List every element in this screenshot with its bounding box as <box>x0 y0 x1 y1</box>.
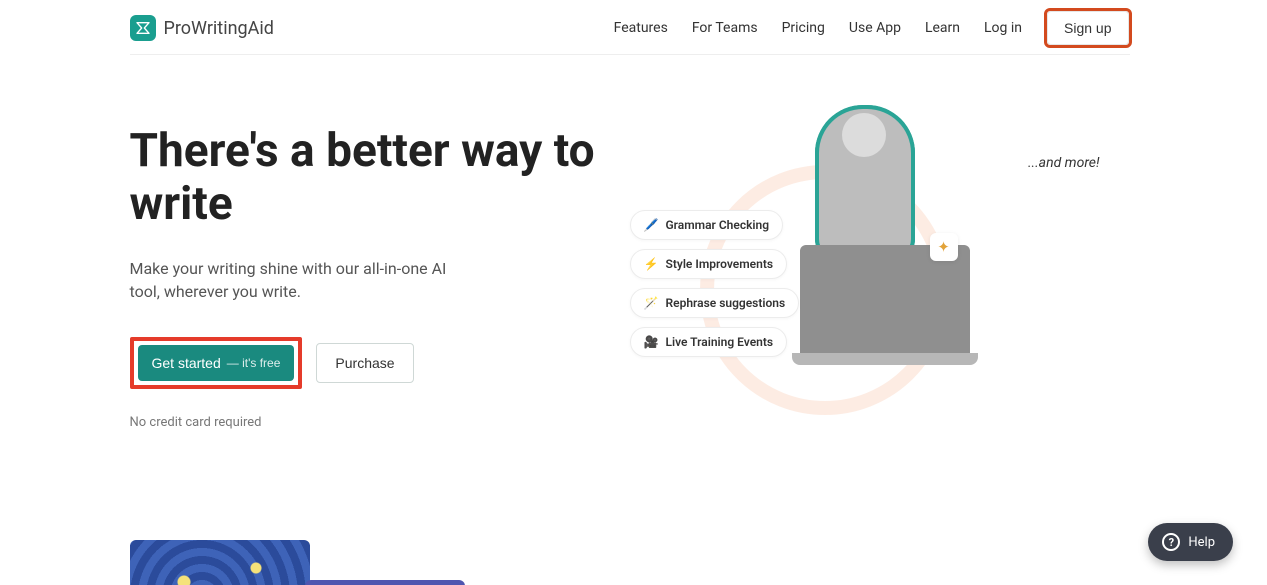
cta-row: Get started — it's free Purchase <box>130 337 610 389</box>
brand-name: ProWritingAid <box>164 18 274 39</box>
nav-login[interactable]: Log in <box>984 20 1022 36</box>
person-illustration-icon <box>815 105 915 265</box>
hero-left: There's a better way to write Make your … <box>130 125 630 430</box>
and-more-label: ...and more! <box>1028 155 1100 171</box>
hero-illustration: ...and more! ✦ 🖊️ Grammar Checking ⚡ Sty… <box>630 125 1130 425</box>
laptop-icon <box>800 245 970 355</box>
hero-section: There's a better way to write Make your … <box>130 55 1130 430</box>
pill-label: Grammar Checking <box>666 218 770 232</box>
pill-label: Live Training Events <box>666 335 774 349</box>
get-started-label: Get started <box>152 355 221 371</box>
nav-learn[interactable]: Learn <box>925 20 960 36</box>
pill-label: Style Improvements <box>666 257 774 271</box>
sparkle-icon: ✦ <box>930 233 958 261</box>
signup-highlight: Sign up <box>1046 10 1129 46</box>
get-started-note: — it's free <box>227 356 281 370</box>
site-header: ProWritingAid Features For Teams Pricing… <box>130 0 1130 55</box>
nav-for-teams[interactable]: For Teams <box>692 20 758 36</box>
help-label: Help <box>1188 535 1215 550</box>
bolt-icon: ⚡ <box>644 257 658 271</box>
nav-pricing[interactable]: Pricing <box>782 20 825 36</box>
feature-pills: 🖊️ Grammar Checking ⚡ Style Improvements… <box>630 210 800 357</box>
pen-icon: 🖊️ <box>644 218 658 232</box>
purchase-button[interactable]: Purchase <box>316 343 413 383</box>
help-icon: ? <box>1162 533 1180 551</box>
art-illustration <box>130 540 470 585</box>
get-started-button[interactable]: Get started — it's free <box>138 345 295 381</box>
nav-use-app[interactable]: Use App <box>849 20 901 36</box>
signup-button[interactable]: Sign up <box>1047 11 1128 45</box>
pill-label: Rephrase suggestions <box>666 296 786 310</box>
main-nav: Features For Teams Pricing Use App Learn… <box>614 10 1130 46</box>
get-started-highlight: Get started — it's free <box>130 337 303 389</box>
starry-night-icon <box>130 540 310 585</box>
hero-title: There's a better way to write <box>130 125 610 231</box>
pill-training: 🎥 Live Training Events <box>630 327 788 357</box>
wand-icon: 🪄 <box>644 296 658 310</box>
pill-grammar: 🖊️ Grammar Checking <box>630 210 784 240</box>
nav-features[interactable]: Features <box>614 20 668 36</box>
brand[interactable]: ProWritingAid <box>130 15 274 41</box>
brand-logo-icon <box>130 15 156 41</box>
no-credit-card-note: No credit card required <box>130 415 610 430</box>
camera-icon: 🎥 <box>644 335 658 349</box>
doodle-card-icon <box>305 580 465 585</box>
page-scroll[interactable]: ProWritingAid Features For Teams Pricing… <box>0 0 1259 585</box>
help-widget[interactable]: ? Help <box>1148 523 1233 561</box>
hero-subtitle: Make your writing shine with our all-in-… <box>130 257 470 303</box>
pill-rephrase: 🪄 Rephrase suggestions <box>630 288 800 318</box>
pill-style: ⚡ Style Improvements <box>630 249 788 279</box>
section-writing-lets-you-down: Do you feel like your writing lets you d… <box>130 540 1130 585</box>
